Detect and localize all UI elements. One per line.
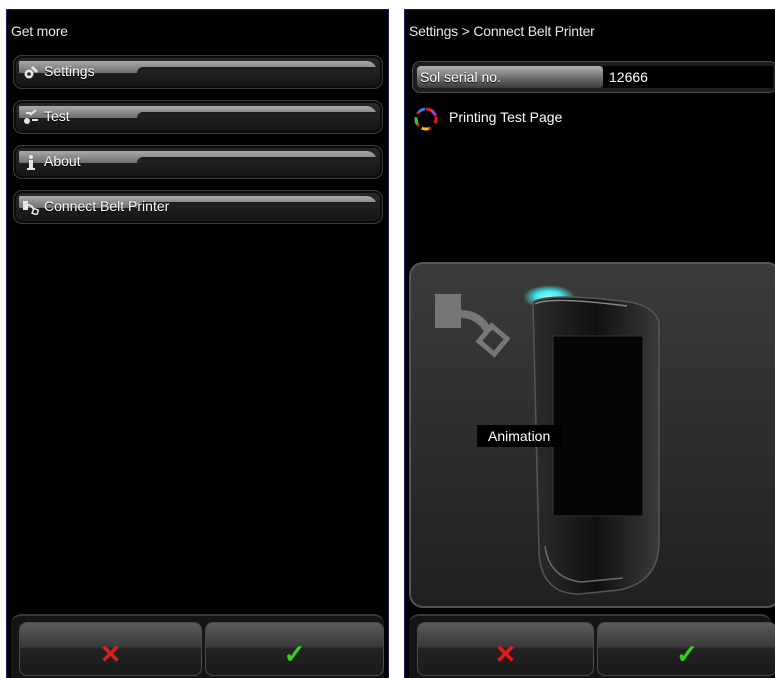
connect-belt-printer-label: Connect Belt Printer [44, 198, 170, 214]
main-menu-screen: Get more Settings Test About Connect Bel… [6, 9, 389, 678]
connect-belt-printer-screen: Settings > Connect Belt Printer Sol seri… [404, 9, 775, 678]
cancel-icon: ✕ [494, 639, 517, 669]
serial-number-field: Sol serial no. 12666 [412, 61, 775, 93]
screen-title: Get more [11, 23, 68, 39]
bottom-action-bar: ✕ ✓ [11, 614, 384, 678]
screen-title: Settings > Connect Belt Printer [409, 23, 595, 39]
test-icon [24, 109, 38, 124]
ok-button[interactable]: ✓ [597, 622, 775, 676]
cancel-button[interactable]: ✕ [417, 622, 594, 676]
connect-belt-printer-button[interactable]: Connect Belt Printer [13, 190, 383, 224]
serial-number-label: Sol serial no. [420, 69, 501, 85]
status-text: Printing Test Page [449, 109, 563, 125]
about-label: About [44, 153, 81, 169]
serial-number-value: 12666 [609, 69, 648, 85]
connection-animation: Animation [409, 262, 775, 608]
belt-printer-cable-icon [435, 294, 511, 358]
settings-button[interactable]: Settings [13, 55, 383, 89]
test-label: Test [44, 108, 70, 124]
loading-spinner-icon [414, 107, 438, 131]
cancel-button[interactable]: ✕ [19, 622, 202, 676]
animation-label: Animation [477, 425, 562, 447]
info-icon [27, 155, 35, 170]
about-button[interactable]: About [13, 145, 383, 179]
printer-connect-icon [23, 201, 39, 215]
ok-button[interactable]: ✓ [205, 622, 384, 676]
checkmark-icon: ✓ [676, 639, 698, 669]
cancel-icon: ✕ [99, 639, 122, 669]
settings-icon [24, 66, 38, 79]
test-button[interactable]: Test [13, 100, 383, 134]
checkmark-icon: ✓ [283, 639, 306, 669]
settings-label: Settings [44, 63, 95, 79]
bottom-action-bar: ✕ ✓ [409, 614, 775, 678]
